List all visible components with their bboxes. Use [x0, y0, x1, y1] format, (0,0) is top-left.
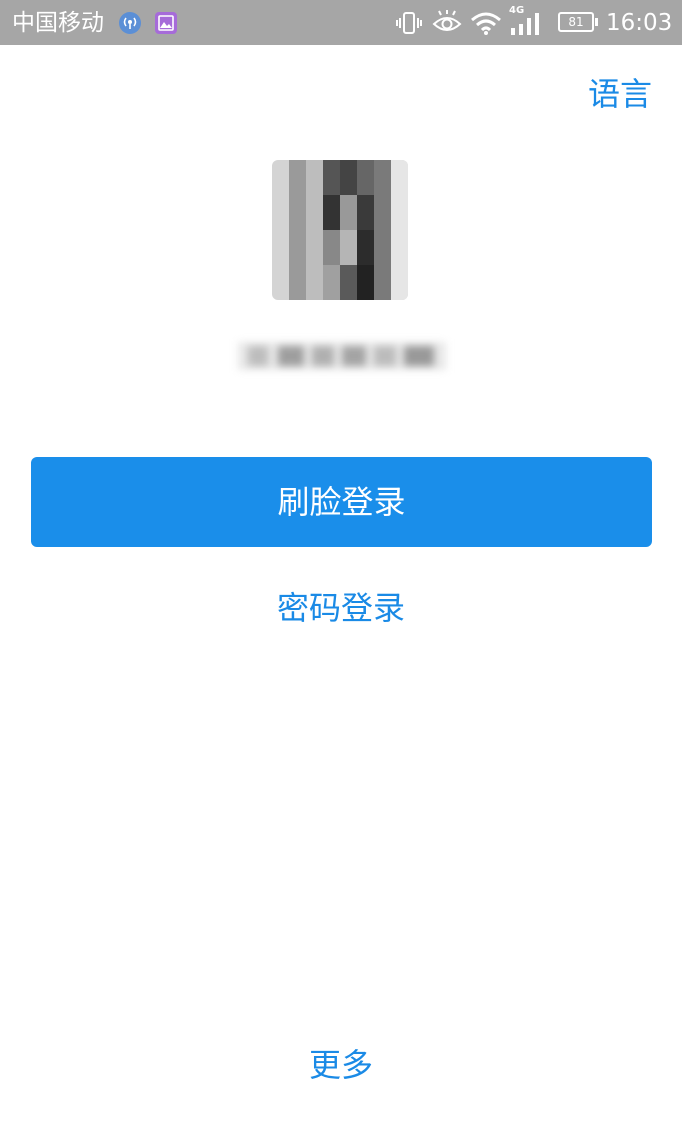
avatar-image	[272, 160, 408, 300]
wifi-icon	[471, 12, 501, 35]
vibrate-icon	[396, 12, 422, 34]
password-login-link[interactable]: 密码登录	[0, 586, 682, 630]
hotspot-icon	[119, 12, 141, 34]
more-button[interactable]: 更多	[0, 1043, 682, 1087]
battery-icon: 81	[558, 12, 594, 32]
avatar	[272, 160, 408, 300]
battery-tip	[595, 18, 598, 26]
status-bar: 中国移动 4G 81 16:03	[0, 0, 682, 45]
battery-level: 81	[568, 15, 584, 29]
gallery-icon	[155, 12, 177, 34]
status-clock: 16:03	[606, 10, 673, 36]
username-blur-graphic	[238, 342, 446, 370]
face-login-button[interactable]: 刷脸登录	[31, 457, 652, 547]
carrier-name: 中国移动	[12, 10, 104, 36]
eye-icon	[432, 10, 462, 31]
language-button[interactable]: 语言	[588, 74, 652, 114]
username-redacted	[238, 338, 446, 374]
signal-icon	[511, 13, 539, 35]
